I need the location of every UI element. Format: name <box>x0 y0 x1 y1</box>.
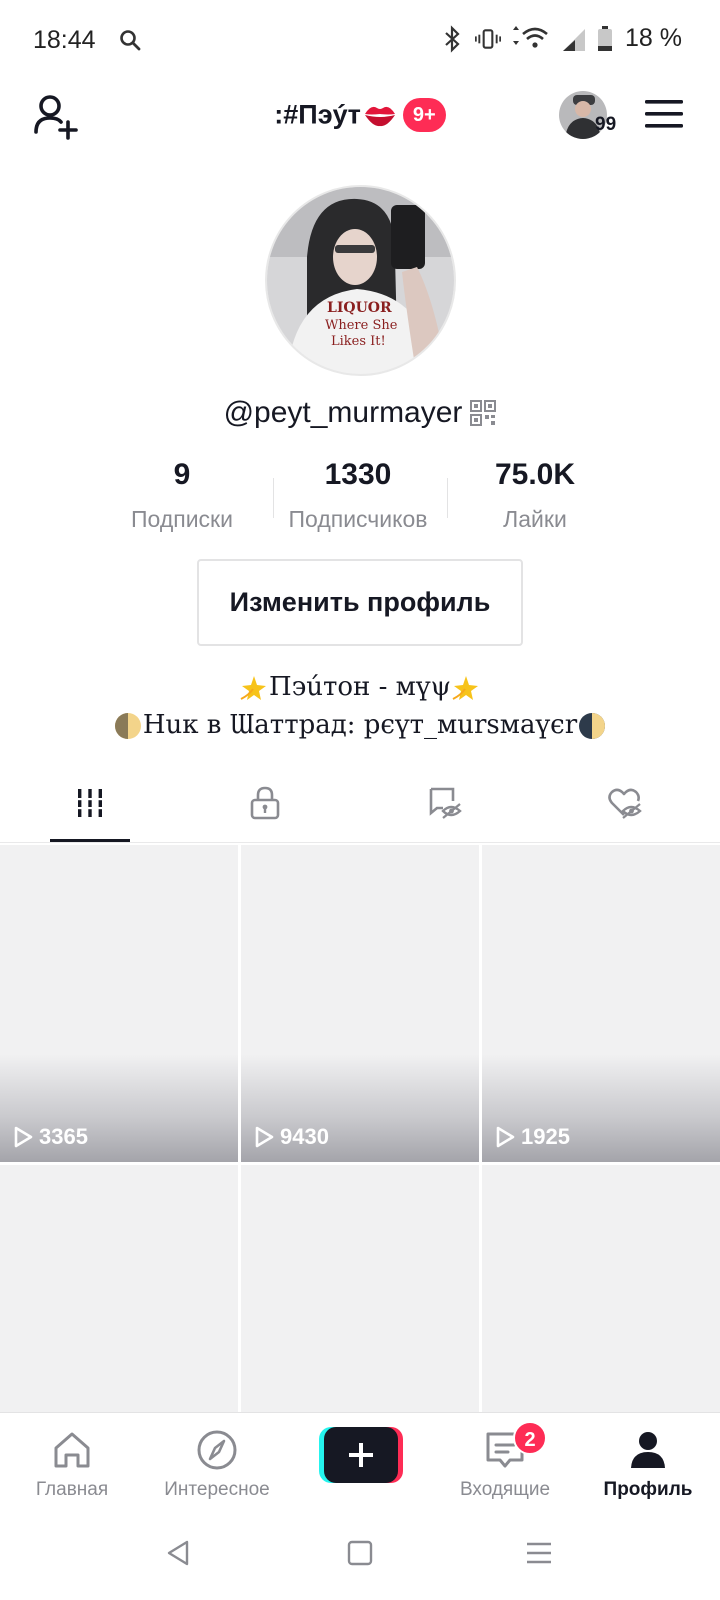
notifications-badge: 9+ <box>402 98 446 132</box>
tagged-hidden-icon <box>429 787 462 819</box>
recents-icon[interactable] <box>524 1538 554 1568</box>
liked-hidden-icon <box>608 788 642 819</box>
tab-tagged[interactable] <box>355 763 535 843</box>
following-count: 9 <box>173 458 191 491</box>
followers-stat[interactable]: 1330 Подписчиков <box>273 458 443 533</box>
likes-count: 75.0K <box>494 458 576 491</box>
lock-icon <box>250 786 280 820</box>
followers-count: 1330 <box>324 458 392 491</box>
bio-text-1: Пэúтон - мүψ <box>269 672 451 702</box>
nav-discover[interactable]: Интересное <box>147 1413 287 1511</box>
dizzy-star-icon <box>452 676 478 700</box>
stat-divider <box>447 478 448 518</box>
tab-liked[interactable] <box>535 763 715 843</box>
play-icon <box>496 1126 515 1148</box>
video-thumbnail[interactable]: 9430 <box>241 845 479 1162</box>
video-grid: 3365 9430 1925 <box>0 845 720 1412</box>
username: @peyt_murmayer <box>223 396 463 429</box>
battery-percent: 18 % <box>625 24 682 52</box>
signal-icon <box>563 28 586 51</box>
hamburger-menu-icon[interactable] <box>644 98 684 130</box>
dizzy-star-icon <box>240 676 267 700</box>
moon-icon <box>114 713 141 739</box>
page-title: :#Пэýт <box>274 99 361 130</box>
profile-tabs <box>0 763 720 843</box>
grid-icon <box>75 789 105 817</box>
followers-label: Подписчиков <box>288 506 428 532</box>
video-thumbnail[interactable] <box>482 1165 720 1412</box>
video-thumbnail[interactable] <box>241 1165 479 1412</box>
status-time: 18:44 <box>33 26 96 54</box>
active-tab-indicator <box>50 839 130 842</box>
video-views: 3365 <box>13 1124 88 1150</box>
view-count: 3365 <box>39 1124 88 1149</box>
profile-bio: Пэúтон - мүψ Нuк в Ɯаттрад: рєүт_мursмaү… <box>0 668 720 744</box>
home-square-icon[interactable] <box>345 1538 375 1568</box>
profile-icon <box>631 1432 665 1468</box>
compass-icon <box>197 1430 237 1470</box>
svg-text:Where She: Where She <box>325 318 398 333</box>
video-thumbnail[interactable]: 1925 <box>482 845 720 1162</box>
profile-avatar[interactable]: LIQUOR Where She Likes It! <box>265 185 456 376</box>
nav-home-label: Главная <box>35 1479 109 1500</box>
wifi-icon <box>513 25 548 48</box>
vibrate-icon <box>475 28 502 49</box>
svg-text:LIQUOR: LIQUOR <box>327 300 392 316</box>
nav-discover-label: Интересное <box>164 1479 270 1500</box>
tab-videos[interactable] <box>0 763 180 843</box>
nav-profile[interactable]: Профиль <box>578 1413 718 1511</box>
likes-stat[interactable]: 75.0K Лайки <box>450 458 620 533</box>
bottom-navigation: Главная Интересное Входящие 2 Профиль <box>0 1412 720 1510</box>
nav-profile-label: Профиль <box>603 1479 693 1500</box>
switch-account-count: 99 <box>595 114 617 135</box>
video-views: 9430 <box>254 1124 329 1150</box>
video-thumbnail[interactable]: 3365 <box>0 845 238 1162</box>
likes-label: Лайки <box>503 506 567 532</box>
following-label: Подписки <box>131 506 233 532</box>
nav-inbox[interactable]: Входящие <box>435 1413 575 1511</box>
battery-icon <box>598 25 613 51</box>
create-video-button[interactable] <box>319 1427 403 1483</box>
view-count: 9430 <box>280 1124 329 1149</box>
system-navigation <box>0 1510 720 1600</box>
username-row: @peyt_murmayer <box>0 396 720 430</box>
back-icon[interactable] <box>163 1538 193 1568</box>
view-count: 1925 <box>521 1124 570 1149</box>
play-icon <box>255 1126 274 1148</box>
edit-profile-button[interactable]: Изменить профиль <box>197 559 523 646</box>
svg-text:Likes It!: Likes It! <box>331 334 386 349</box>
nav-home[interactable]: Главная <box>2 1413 142 1511</box>
play-icon <box>14 1126 33 1148</box>
bio-line-2: Нuк в Ɯаттрад: рєүт_мursмaүєr <box>0 706 720 744</box>
tab-private[interactable] <box>175 763 355 843</box>
nav-inbox-label: Входящие <box>459 1479 551 1500</box>
bio-line-1: Пэúтон - мүψ <box>0 668 720 706</box>
status-bar: 18:44 18 % <box>0 0 720 80</box>
home-icon <box>54 1432 90 1468</box>
kiss-lips-icon <box>364 106 395 127</box>
following-stat[interactable]: 9 Подписки <box>97 458 267 533</box>
bluetooth-icon <box>445 24 460 53</box>
moon-icon <box>579 713 606 739</box>
search-icon <box>120 30 141 51</box>
qr-code-icon[interactable] <box>470 400 497 426</box>
bio-text-2: Нuк в Ɯаттрад: рєүт_мursмaүєr <box>142 710 578 740</box>
video-thumbnail[interactable] <box>0 1165 238 1412</box>
video-views: 1925 <box>495 1124 570 1150</box>
profile-stats: 9 Подписки 1330 Подписчиков 75.0K Лайки <box>0 458 720 538</box>
profile-header: :#Пэýт 9+ 99 <box>0 80 720 175</box>
inbox-badge: 2 <box>513 1421 547 1455</box>
